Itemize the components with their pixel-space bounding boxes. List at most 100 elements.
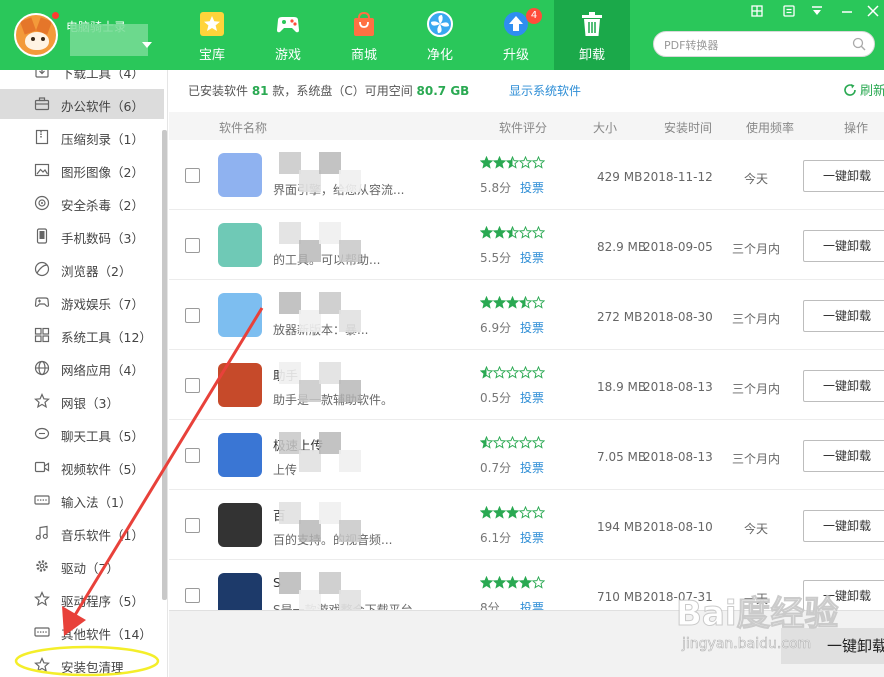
row-checkbox[interactable] bbox=[185, 238, 200, 253]
row-checkbox[interactable] bbox=[185, 588, 200, 603]
username-redaction bbox=[70, 24, 148, 56]
sidebar-category-item[interactable]: 音乐软件（1） bbox=[0, 518, 164, 548]
image-icon bbox=[34, 162, 50, 178]
sidebar-category-item[interactable]: 视频软件（5） bbox=[0, 452, 164, 482]
col-size[interactable]: 大小 bbox=[593, 119, 617, 136]
grid-icon bbox=[34, 327, 50, 343]
row-checkbox[interactable] bbox=[185, 308, 200, 323]
sidebar-category-item[interactable]: 安装包清理 bbox=[0, 650, 164, 677]
free-space: 80.7 GB bbox=[416, 84, 470, 98]
vote-link[interactable]: 投票 bbox=[520, 529, 544, 546]
uninstall-button[interactable]: 一键卸载 bbox=[803, 510, 884, 542]
star-icon bbox=[505, 574, 520, 589]
vote-link[interactable]: 投票 bbox=[520, 319, 544, 336]
sidebar-category-item[interactable]: 驱动程序（5） bbox=[0, 584, 164, 614]
software-row[interactable]: 界面引擎，给您从容流...5.8分投票429 MB2018-11-12今天一键卸… bbox=[169, 140, 884, 210]
rating-stars bbox=[479, 154, 546, 169]
app-description: 助手是一款辅助软件。 bbox=[273, 393, 394, 407]
software-row[interactable]: 放器新版本：暴...6.9分投票272 MB2018-08-30三个月内一键卸载 bbox=[169, 280, 884, 350]
user-menu-caret-icon[interactable] bbox=[142, 42, 152, 48]
redaction-mosaic bbox=[319, 362, 341, 384]
sidebar-category-item[interactable]: 网银（3） bbox=[0, 386, 164, 416]
redaction-mosaic bbox=[279, 502, 301, 524]
redaction-mosaic bbox=[279, 292, 301, 314]
redaction-mosaic bbox=[319, 222, 341, 244]
nav-tab[interactable]: 净化 bbox=[402, 0, 478, 70]
nav-tab-label: 商城 bbox=[350, 48, 377, 63]
sidebar-category-item[interactable]: 浏览器（2） bbox=[0, 254, 164, 284]
software-row[interactable]: 极速上传上传0.7分投票7.05 MB2018-08-13三个月内一键卸载 bbox=[169, 420, 884, 490]
app-icon bbox=[218, 363, 262, 407]
sidebar-category-item[interactable]: 图形图像（2） bbox=[0, 155, 164, 185]
sidebar-category-item[interactable]: 其他软件（14） bbox=[0, 617, 164, 647]
uninstall-button[interactable]: 一键卸载 bbox=[803, 440, 884, 472]
software-row[interactable]: 的工具。可以帮助... 5.5分 投票 82.9 MB 2018-09-05 三个月内 一键… bbox=[169, 210, 884, 280]
skin-icon[interactable] bbox=[750, 4, 764, 20]
notification-dot bbox=[52, 12, 59, 19]
sidebar-category-item[interactable]: 安全杀毒（2） bbox=[0, 188, 164, 218]
sidebar-category-label: 视频软件（5） bbox=[61, 462, 144, 477]
star-icon bbox=[505, 364, 520, 379]
row-checkbox[interactable] bbox=[185, 378, 200, 393]
search-icon[interactable] bbox=[852, 37, 866, 51]
row-checkbox[interactable] bbox=[185, 518, 200, 533]
row-checkbox[interactable] bbox=[185, 168, 200, 183]
rating-stars bbox=[479, 574, 546, 589]
sidebar-scrollbar[interactable] bbox=[162, 130, 167, 600]
uninstall-button[interactable]: 一键卸载 bbox=[803, 300, 884, 332]
menu-icon[interactable] bbox=[782, 4, 796, 20]
sidebar-category-item[interactable]: 输入法（1） bbox=[0, 485, 164, 515]
show-system-software-link[interactable]: 显示系统软件 bbox=[509, 82, 581, 99]
row-checkbox[interactable] bbox=[185, 448, 200, 463]
refresh-button[interactable]: 刷新 bbox=[843, 80, 884, 99]
nav-tab[interactable]: 卸载 bbox=[554, 0, 630, 70]
software-row[interactable]: 百百的支持。的视音频...6.1分投票194 MB2018-08-10今天一键卸… bbox=[169, 490, 884, 560]
vote-link[interactable]: 投票 bbox=[520, 179, 544, 196]
summary-mid: 款，系统盘（C）可用空间 bbox=[268, 84, 417, 98]
sidebar-category-item[interactable]: 游戏娱乐（7） bbox=[0, 287, 164, 317]
app-size: 710 MB bbox=[597, 590, 643, 604]
star-icon bbox=[505, 294, 520, 309]
sidebar-category-item[interactable]: 聊天工具（5） bbox=[0, 419, 164, 449]
star-icon bbox=[34, 591, 50, 607]
sidebar-category-item[interactable]: 系统工具（12） bbox=[0, 320, 164, 350]
app-size: 82.9 MB bbox=[597, 240, 647, 254]
nav-tab[interactable]: 4 升级 bbox=[478, 0, 554, 70]
nav-tab[interactable]: 游戏 bbox=[250, 0, 326, 70]
dropdown-icon[interactable] bbox=[810, 4, 824, 20]
usage-frequency: 今天 bbox=[743, 522, 768, 536]
star-icon bbox=[518, 364, 533, 379]
star-box-icon bbox=[198, 10, 226, 38]
sidebar-category-label: 下载工具（4） bbox=[61, 70, 144, 81]
col-frequency[interactable]: 使用频率 bbox=[746, 119, 794, 136]
sidebar-category-item[interactable]: 驱动（7） bbox=[0, 551, 164, 581]
vote-link[interactable]: 投票 bbox=[520, 249, 544, 266]
software-row[interactable]: 助手助手是一款辅助软件。0.5分投票18.9 MB2018-08-13三个月内一… bbox=[169, 350, 884, 420]
uninstall-button[interactable]: 一键卸载 bbox=[803, 160, 884, 192]
col-rating[interactable]: 软件评分 bbox=[499, 119, 547, 136]
search-input[interactable] bbox=[664, 36, 844, 54]
vote-link[interactable]: 投票 bbox=[520, 389, 544, 406]
uninstall-button[interactable]: 一键卸载 bbox=[803, 230, 884, 262]
sidebar-category-item[interactable]: 压缩刻录（1） bbox=[0, 122, 164, 152]
nav-tab[interactable]: 商城 bbox=[326, 0, 402, 70]
col-action: 操作 bbox=[844, 121, 869, 135]
col-install-date[interactable]: 安装时间 bbox=[664, 119, 712, 136]
sidebar-category-item[interactable]: 网络应用（4） bbox=[0, 353, 164, 383]
minimize-icon[interactable] bbox=[840, 4, 854, 20]
star-icon bbox=[531, 224, 546, 239]
sidebar-category-item[interactable]: 手机数码（3） bbox=[0, 221, 164, 251]
sidebar-category-label: 图形图像（2） bbox=[61, 165, 144, 180]
nav-tab[interactable]: 宝库 bbox=[174, 0, 250, 70]
avatar[interactable] bbox=[14, 13, 58, 57]
close-icon[interactable] bbox=[866, 4, 880, 20]
vote-link[interactable]: 投票 bbox=[520, 459, 544, 476]
summary-prefix: 已安装软件 bbox=[188, 84, 252, 98]
col-name[interactable]: 软件名称 bbox=[219, 119, 267, 136]
sidebar-category-item[interactable]: 下载工具（4） bbox=[0, 70, 164, 86]
sidebar-category-item[interactable]: 办公软件（6） bbox=[0, 89, 164, 119]
star-icon bbox=[492, 294, 507, 309]
uninstall-button[interactable]: 一键卸载 bbox=[803, 370, 884, 402]
main-nav: 宝库 游戏 商城 净化 4 升级 卸载 bbox=[174, 0, 630, 70]
app-description: 上传 bbox=[273, 463, 298, 477]
